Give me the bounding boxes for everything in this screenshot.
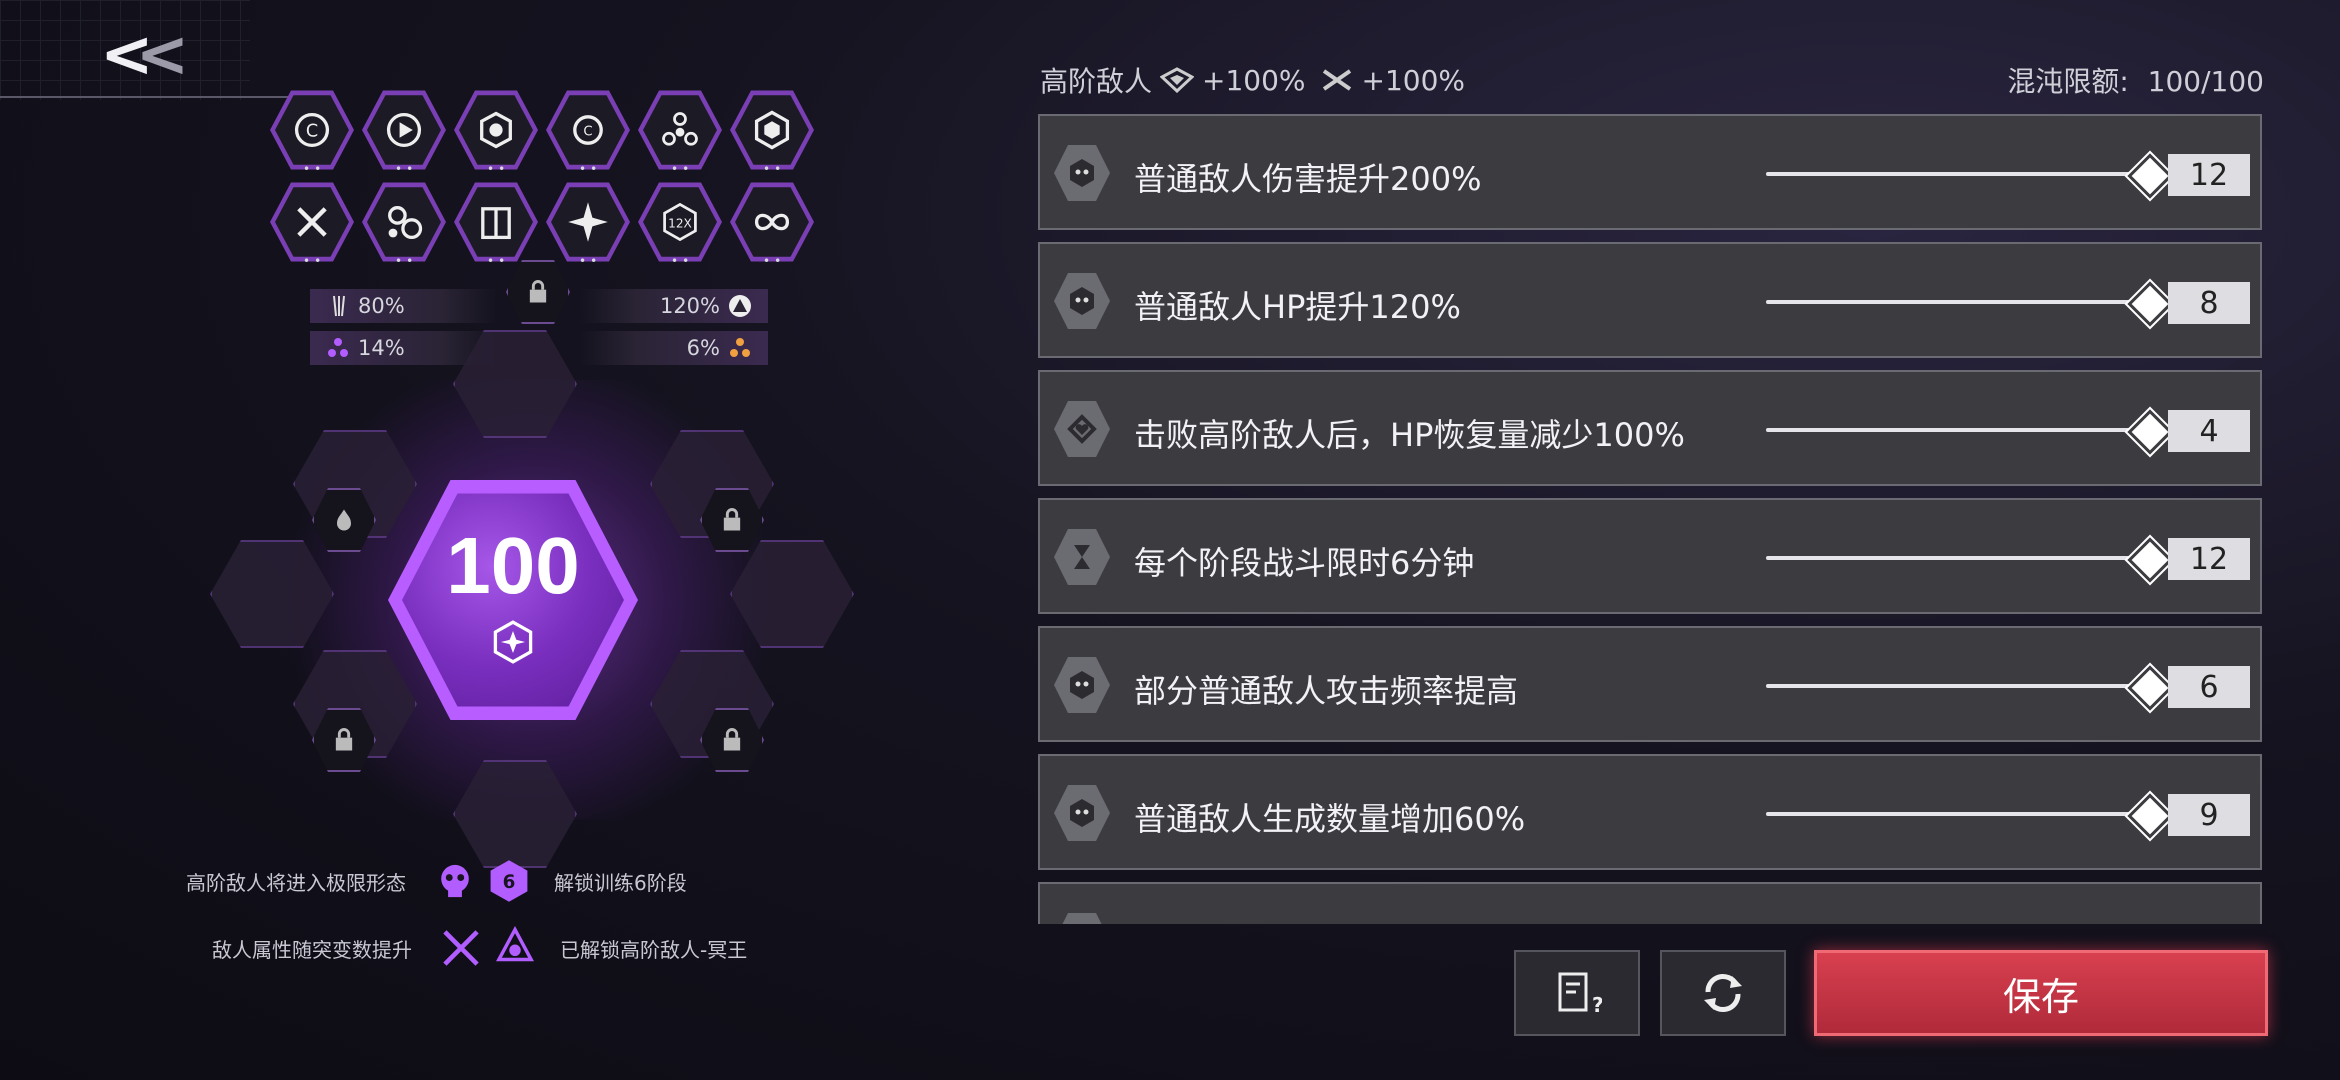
beast-head-icon bbox=[1054, 785, 1110, 841]
cube-book-icon[interactable]: •• bbox=[454, 180, 538, 268]
svg-text:12X: 12X bbox=[668, 217, 692, 231]
crossed-swords-icon[interactable]: •• bbox=[270, 180, 354, 268]
modifier-value: 4 bbox=[2168, 410, 2250, 452]
modifier-row[interactable]: 普通敌人生成数量增加60% 9 bbox=[1038, 754, 2262, 870]
defense-bonus-value: +100% bbox=[1202, 63, 1306, 97]
reward-text: 敌人属性随突变数提升 bbox=[212, 937, 412, 962]
stage-badge-icon: 6 bbox=[490, 860, 528, 902]
beast-head-icon bbox=[1054, 657, 1110, 713]
chaos-emblem-icon bbox=[493, 620, 533, 664]
hourglass-icon bbox=[1054, 529, 1110, 585]
modifier-label: 普通敌人HP提升120% bbox=[1134, 288, 1461, 326]
gear-hex-icon[interactable]: •• bbox=[454, 88, 538, 176]
modifier-slider-track[interactable] bbox=[1766, 684, 2136, 688]
defense-diamond-icon bbox=[1160, 67, 1195, 93]
attack-swords-icon bbox=[1322, 69, 1351, 91]
reward-row-2: 敌人属性随突变数提升 已解锁高阶敌人-冥王 bbox=[212, 925, 747, 971]
modifier-row[interactable]: 普通敌人伤害提升200% 12 bbox=[1038, 114, 2262, 230]
crossed-arrows-icon bbox=[443, 930, 479, 966]
heart-diamond-icon bbox=[1054, 401, 1110, 457]
chaos-total-value: 100 bbox=[446, 521, 580, 610]
modifier-slider-thumb[interactable] bbox=[2127, 281, 2173, 327]
modifier-label: 击败高阶敌人后，HP恢复量减少100% bbox=[1134, 416, 1685, 454]
play-badge-icon[interactable]: •• bbox=[362, 88, 446, 176]
modifier-slider-thumb[interactable] bbox=[2127, 153, 2173, 199]
modifier-slider-track[interactable] bbox=[1766, 812, 2136, 816]
modifier-row[interactable]: 部分普通敌人攻击频率提高 6 bbox=[1038, 626, 2262, 742]
modifier-icon bbox=[1054, 913, 1110, 924]
attack-bonus-value: +100% bbox=[1361, 63, 1466, 97]
modifier-row[interactable]: 击败高阶敌人后，HP恢复量减少100% 4 bbox=[1038, 370, 2262, 486]
beast-head-icon bbox=[1054, 273, 1110, 329]
claw-icon bbox=[326, 294, 350, 318]
pluto-boss-icon bbox=[496, 925, 534, 962]
refresh-c-icon[interactable]: C •• bbox=[546, 88, 630, 176]
elite-title: 高阶敌人 bbox=[1040, 65, 1153, 98]
stat-attack-reduction: 80% bbox=[310, 289, 498, 323]
modifier-value: 8 bbox=[2168, 282, 2250, 324]
modifier-row[interactable]: 普通敌人HP提升120% 8 bbox=[1038, 242, 2262, 358]
modifier-slider-track[interactable] bbox=[1766, 428, 2136, 432]
save-button[interactable]: 保存 bbox=[1814, 950, 2268, 1036]
help-button[interactable]: ? bbox=[1514, 950, 1640, 1036]
reward-text: 解锁训练6阶段 bbox=[554, 870, 687, 895]
modifier-slider-track[interactable] bbox=[1766, 300, 2136, 304]
twelve-x-icon[interactable]: 12X •• bbox=[638, 180, 722, 268]
chaos-limit: 混沌限额: 100/100 bbox=[2007, 60, 2264, 100]
stat-value: 120% bbox=[659, 294, 720, 318]
star-burst-icon[interactable]: •• bbox=[546, 180, 630, 268]
infinity-icon[interactable]: •• bbox=[730, 180, 814, 268]
refresh-icon bbox=[1704, 973, 1742, 1013]
reset-button[interactable] bbox=[1660, 950, 1786, 1036]
modifier-label: 普通敌人生成数量增加60% bbox=[1134, 800, 1526, 838]
reward-text: 高阶敌人将进入极限形态 bbox=[186, 870, 406, 895]
back-button[interactable]: << bbox=[100, 18, 189, 92]
modifier-label: 每个阶段战斗限时6分钟 bbox=[1134, 544, 1475, 582]
stat-value: 80% bbox=[358, 294, 405, 318]
shield-hex-icon[interactable]: •• bbox=[730, 88, 814, 176]
skull-icon bbox=[441, 864, 469, 898]
stat-hp-boost: 120% bbox=[580, 289, 768, 323]
svg-text:C: C bbox=[306, 122, 318, 142]
c-ring-icon[interactable]: C •• bbox=[270, 88, 354, 176]
svg-text:C: C bbox=[583, 125, 592, 140]
beast-head-icon bbox=[1054, 145, 1110, 201]
modifier-label: 部分普通敌人攻击频率提高 bbox=[1134, 672, 1519, 710]
mutation-icon-grid: C •• •• •• C •• •• •• •• •• •• •• 12X •• •• bbox=[270, 88, 820, 268]
chaos-limit-label: 混沌限额: bbox=[2007, 65, 2129, 98]
modifier-label: 普通敌人伤害提升200% bbox=[1134, 160, 1482, 198]
tri-orb-icon[interactable]: •• bbox=[638, 88, 722, 176]
header-divider bbox=[0, 96, 300, 98]
reward-row-1: 高阶敌人将进入极限形态 6 解锁训练6阶段 bbox=[186, 858, 687, 904]
modifier-row-partial[interactable] bbox=[1038, 882, 2262, 924]
triangle-badge-icon bbox=[728, 294, 752, 318]
modifier-value: 12 bbox=[2168, 154, 2250, 196]
chaos-level-display: 100 bbox=[180, 260, 880, 868]
doc-question-icon: ? bbox=[1558, 972, 1602, 1017]
modifier-list[interactable]: 普通敌人伤害提升200% 12 普通敌人HP提升120% 8 击败高阶敌人后，H… bbox=[1038, 112, 2266, 924]
lock-icon bbox=[506, 260, 570, 324]
modifier-row[interactable]: 每个阶段战斗限时6分钟 12 bbox=[1038, 498, 2262, 614]
elite-bonus-header: 高阶敌人 +100% +100% bbox=[1040, 60, 1465, 100]
modifier-value: 12 bbox=[2168, 538, 2250, 580]
reward-text: 已解锁高阶敌人-冥王 bbox=[560, 937, 748, 962]
svg-text:6: 6 bbox=[503, 872, 516, 893]
svg-text:?: ? bbox=[1592, 993, 1602, 1017]
modifier-slider-thumb[interactable] bbox=[2127, 409, 2173, 455]
modifier-slider-track[interactable] bbox=[1766, 556, 2136, 560]
modifier-slider-thumb[interactable] bbox=[2127, 793, 2173, 839]
chaos-limit-value: 100/100 bbox=[2147, 65, 2264, 98]
modifier-value: 9 bbox=[2168, 794, 2250, 836]
gears-icon[interactable]: •• bbox=[362, 180, 446, 268]
modifier-slider-track[interactable] bbox=[1766, 172, 2136, 176]
modifier-slider-thumb[interactable] bbox=[2127, 537, 2173, 583]
modifier-value: 6 bbox=[2168, 666, 2250, 708]
modifier-slider-thumb[interactable] bbox=[2127, 665, 2173, 711]
